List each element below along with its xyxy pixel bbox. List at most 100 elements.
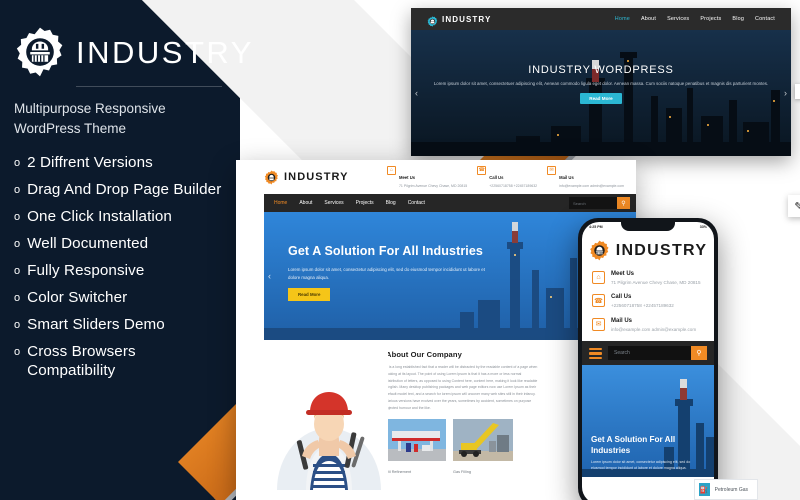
gas-station-photo xyxy=(386,418,446,461)
nav-item-projects[interactable]: Projects xyxy=(356,200,374,206)
phone-icon: ☎ xyxy=(477,165,487,175)
petroleum-gas-chip[interactable]: ⛽ Petroleum Gas xyxy=(693,479,758,500)
feature-label: Cross Browsers Compatibility xyxy=(27,343,136,379)
search-icon[interactable]: ⚲ xyxy=(691,346,707,361)
list-item: o 2 Diffrent Versions xyxy=(14,154,222,173)
nav-item-projects[interactable]: Projects xyxy=(700,16,721,22)
feature-label: Smart Sliders Demo xyxy=(27,316,165,334)
slider-prev-icon[interactable]: ‹ xyxy=(415,88,418,98)
slider-next-icon[interactable]: › xyxy=(784,88,787,98)
hamburger-icon[interactable] xyxy=(589,347,602,359)
phone-hero-text: Get A Solution For All Industries Lorem … xyxy=(591,435,699,471)
bullet-icon: o xyxy=(14,292,21,305)
feature-list: o 2 Diffrent Versions o Drag And Drop Pa… xyxy=(14,154,222,381)
read-more-button[interactable]: Read More xyxy=(288,288,331,302)
main-logo[interactable]: INDUSTRY xyxy=(264,169,349,185)
feature-label: Well Documented xyxy=(27,235,149,253)
main-navbar: Home About Services Projects Blog Contac… xyxy=(264,194,636,212)
nav-item-contact[interactable]: Contact xyxy=(408,200,425,206)
crane-photo xyxy=(453,418,513,461)
bullet-icon: o xyxy=(14,211,21,224)
nav-item-home[interactable]: Home xyxy=(615,16,630,22)
gear-factory-icon xyxy=(264,169,279,185)
feature-label: Color Switcher xyxy=(27,289,128,307)
home-icon: ⌂ xyxy=(592,271,605,284)
pencil-icon[interactable]: ✎ xyxy=(788,195,800,217)
mail-icon: ✉ xyxy=(547,165,557,175)
desktop-hero-title: INDUSTRY WORDPRESS xyxy=(528,64,674,76)
gear-factory-icon xyxy=(589,240,610,261)
contact-detail: info@example.com admin@example.com xyxy=(611,326,697,332)
contact-title: Mail Us xyxy=(559,174,574,180)
desktop-hero-subtitle: Lorem ipsum dolor sit amet, consectetuer… xyxy=(433,81,769,86)
contact-detail: 71 Pilgrim Avenue Chevy Chase, MD 20815 xyxy=(398,183,468,188)
nav-item-about[interactable]: About xyxy=(641,16,656,22)
brand-lockup: INDUSTRY xyxy=(14,26,251,78)
contact-meet-us: ⌂ Meet Us 71 Pilgrim Avenue Chevy Chase,… xyxy=(386,165,468,189)
desktop-navbar: INDUSTRY Home About Services Projects Bl… xyxy=(411,8,791,30)
list-item: o Smart Sliders Demo xyxy=(14,316,222,335)
nav-item-services[interactable]: Services xyxy=(667,16,689,22)
feature-label: Drag And Drop Page Builder xyxy=(27,181,222,199)
gear-factory-icon xyxy=(427,14,438,27)
main-menu: Home About Services Projects Blog Contac… xyxy=(274,200,425,206)
phone-contact-list: ⌂ Meet Us 71 Pilgrim Avenue Chevy Chase,… xyxy=(582,269,714,333)
nav-item-contact[interactable]: Contact xyxy=(755,16,775,22)
main-topbar: INDUSTRY ⌂ Meet Us 71 Pilgrim Avenue Che… xyxy=(236,160,636,194)
brand-divider xyxy=(76,86,222,87)
worker-photo xyxy=(270,340,388,490)
main-desktop-mockup: INDUSTRY ⌂ Meet Us 71 Pilgrim Avenue Che… xyxy=(236,160,636,500)
search-input[interactable]: Search xyxy=(608,346,691,361)
contact-title: Call Us xyxy=(489,174,504,180)
about-paragraph: It is a long established fact that a rea… xyxy=(386,365,538,410)
contact-title: Meet Us xyxy=(611,271,635,277)
thumbnail-oil-refinement[interactable]: Oil Refinement xyxy=(386,418,446,474)
contact-detail: 71 Pilgrim Avenue Chevy Chase, MD 20815 xyxy=(611,279,701,285)
list-item: o Color Switcher xyxy=(14,289,222,308)
nav-item-blog[interactable]: Blog xyxy=(732,16,744,22)
desktop-menu: Home About Services Projects Blog Contac… xyxy=(615,16,775,22)
nav-item-about[interactable]: About xyxy=(299,200,312,206)
slider-prev-icon[interactable]: ‹ xyxy=(268,271,271,281)
contact-mail-us: ✉ Mail Us info@example.com admin@example… xyxy=(547,165,624,189)
phone-icon: ☎ xyxy=(592,294,605,308)
thumbnail-caption: Gas Filling xyxy=(453,469,471,474)
main-hero-text: Get A Solution For All Industries Lorem … xyxy=(288,244,488,302)
search-input[interactable]: Search xyxy=(569,197,617,209)
bullet-icon: o xyxy=(14,265,21,278)
expand-arrows-icon[interactable]: ↗ xyxy=(795,84,800,99)
phone-hero-subtitle: Lorem ipsum dolor sit amet, consectetur … xyxy=(591,459,691,470)
phone-hero-title: Get A Solution For All Industries xyxy=(591,435,676,455)
thumbnail-gas-filling[interactable]: Gas Filling xyxy=(453,418,513,474)
phone-mockup: 4:25 PM 33% INDUSTRY ⌂ Meet Us 71 Pilgri… xyxy=(578,218,718,500)
nav-item-blog[interactable]: Blog xyxy=(386,200,396,206)
contact-title: Call Us xyxy=(611,294,632,301)
contact-mail-us: ✉ Mail Us info@example.com admin@example… xyxy=(592,317,704,333)
contact-meet-us: ⌂ Meet Us 71 Pilgrim Avenue Chevy Chase,… xyxy=(592,271,704,286)
bullet-icon: o xyxy=(14,157,21,170)
tagline: Multipurpose Responsive WordPress Theme xyxy=(14,101,166,136)
nav-item-services[interactable]: Services xyxy=(324,200,343,206)
read-more-button[interactable]: Read More xyxy=(580,93,622,105)
main-hero-title: Get A Solution For All Industries xyxy=(288,244,483,258)
main-search: Search ⚲ xyxy=(569,197,630,209)
nav-item-home[interactable]: Home xyxy=(274,200,287,206)
phone-navbar: Search ⚲ xyxy=(582,341,714,366)
phone-notch xyxy=(621,222,675,231)
search-icon[interactable]: ⚲ xyxy=(617,197,630,209)
list-item: o Drag And Drop Page Builder xyxy=(14,181,222,200)
phone-logo-text: INDUSTRY xyxy=(615,241,708,259)
bullet-icon: o xyxy=(14,238,21,251)
list-item: o Well Documented xyxy=(14,235,222,254)
list-item: o Cross Browsers Compatibility xyxy=(14,343,222,381)
desktop-logo[interactable]: INDUSTRY xyxy=(427,14,491,27)
phone-search: Search ⚲ xyxy=(608,346,707,361)
contact-call-us: ☎ Call Us +22560718758 +22457189632 xyxy=(592,294,704,309)
brand-name: INDUSTRY xyxy=(76,34,254,70)
contact-call-us: ☎ Call Us +22560718758 +22457189632 xyxy=(477,165,537,189)
bullet-icon: o xyxy=(14,319,21,332)
main-hero-subtitle: Lorem ipsum dolor sit amet, consectetur … xyxy=(288,267,485,280)
status-time: 4:25 PM xyxy=(589,224,603,229)
phone-logo[interactable]: INDUSTRY xyxy=(582,231,714,269)
desktop-mockup: INDUSTRY Home About Services Projects Bl… xyxy=(411,8,791,156)
